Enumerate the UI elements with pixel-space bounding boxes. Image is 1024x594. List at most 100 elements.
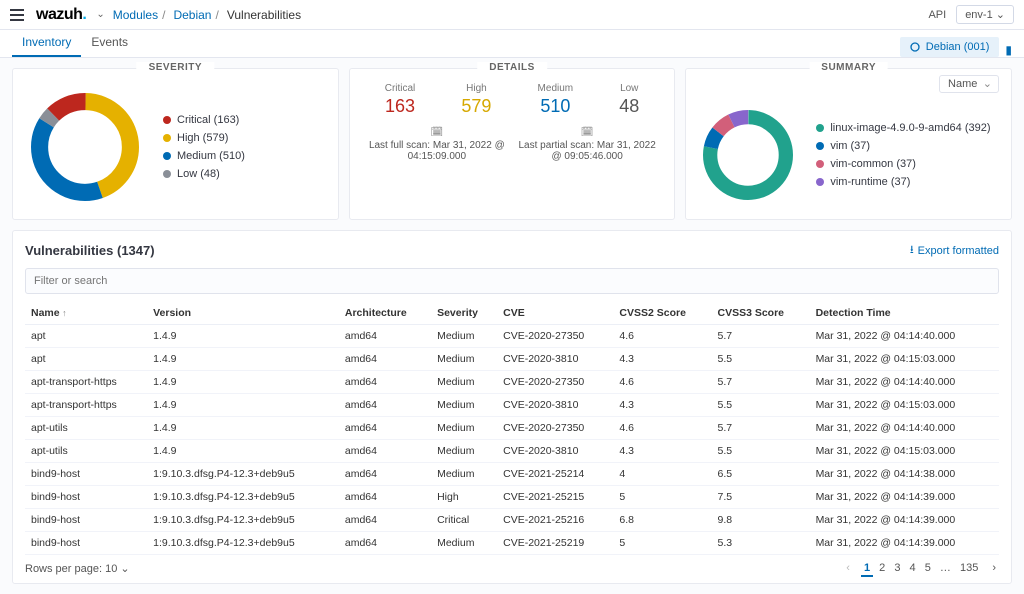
summary-donut (698, 105, 798, 205)
col-header[interactable]: Severity (431, 302, 497, 325)
pager-page[interactable]: … (937, 561, 954, 575)
cell: 4 (613, 463, 711, 486)
table-row[interactable]: apt-transport-https1.4.9amd64MediumCVE-2… (25, 371, 999, 394)
cell: 6.8 (613, 509, 711, 532)
debian-icon (910, 42, 920, 52)
cell: 1.4.9 (147, 440, 339, 463)
cell: 1.4.9 (147, 394, 339, 417)
cell: amd64 (339, 394, 431, 417)
cell: Mar 31, 2022 @ 04:14:39.000 (810, 486, 999, 509)
environment-selector[interactable]: env-1 ⌄ (956, 5, 1014, 24)
cell: 5 (613, 486, 711, 509)
legend-label: vim (37) (830, 140, 870, 152)
cell: CVE-2021-25219 (497, 532, 613, 555)
legend-item[interactable]: Low (48) (163, 168, 245, 180)
rows-per-page[interactable]: Rows per page: 10 ⌄ (25, 562, 130, 575)
cell: Medium (431, 348, 497, 371)
cell: 5.5 (711, 348, 809, 371)
summary-field-selector[interactable]: Name (939, 75, 999, 93)
pager-page[interactable]: 135 (957, 561, 981, 575)
table-row[interactable]: bind9-host1:9.10.3.dfsg.P4-12.3+deb9u5am… (25, 486, 999, 509)
pager-page[interactable]: 2 (876, 561, 888, 575)
table-row[interactable]: apt-transport-https1.4.9amd64MediumCVE-2… (25, 394, 999, 417)
table-row[interactable]: apt1.4.9amd64MediumCVE-2020-38104.35.5Ma… (25, 348, 999, 371)
col-header[interactable]: Version (147, 302, 339, 325)
cell: 1.4.9 (147, 348, 339, 371)
export-button[interactable]: ⭳Export formatted (910, 241, 999, 260)
legend-label: vim-common (37) (830, 158, 916, 170)
legend-item[interactable]: vim (37) (816, 140, 990, 152)
cell: Mar 31, 2022 @ 04:14:40.000 (810, 417, 999, 440)
detail-value: 48 (619, 96, 639, 117)
pager-prev[interactable]: ‹ (843, 561, 853, 575)
tab-inventory[interactable]: Inventory (12, 29, 81, 57)
cell: 6.5 (711, 463, 809, 486)
cell: 4.3 (613, 348, 711, 371)
breadcrumb-modules[interactable]: Modules (113, 8, 158, 22)
tab-events[interactable]: Events (81, 29, 138, 57)
detail-label: High (461, 83, 491, 94)
legend-item[interactable]: vim-runtime (37) (816, 176, 990, 188)
table-row[interactable]: bind9-host1:9.10.3.dfsg.P4-12.3+deb9u5am… (25, 532, 999, 555)
breadcrumb-sep: / (162, 8, 165, 22)
cell: Medium (431, 532, 497, 555)
cell: apt (25, 325, 147, 348)
last-full-scan: Last full scan: Mar 31, 2022 @ 04:15:09.… (365, 140, 509, 162)
col-header[interactable]: Detection Time (810, 302, 999, 325)
cell: CVE-2020-27350 (497, 417, 613, 440)
breadcrumb-agent[interactable]: Debian (173, 8, 211, 22)
legend-item[interactable]: Medium (510) (163, 150, 245, 162)
col-header[interactable]: CVSS3 Score (711, 302, 809, 325)
col-header[interactable]: CVE (497, 302, 613, 325)
table-row[interactable]: bind9-host1:9.10.3.dfsg.P4-12.3+deb9u5am… (25, 463, 999, 486)
severity-card: SEVERITY Critical (163)High (579)Medium … (12, 68, 339, 220)
summary-card: SUMMARY Name linux-image-4.9.0-9-amd64 (… (685, 68, 1012, 220)
table-row[interactable]: apt-utils1.4.9amd64MediumCVE-2020-38104.… (25, 440, 999, 463)
col-header[interactable]: Name (25, 302, 147, 325)
detail-cell: Medium 510 (538, 83, 574, 117)
search-input[interactable] (25, 268, 999, 294)
calendar-icon: 🗓 (430, 127, 443, 138)
table-row[interactable]: bind9-host1:9.10.3.dfsg.P4-12.3+deb9u5am… (25, 509, 999, 532)
pager-page[interactable]: 4 (907, 561, 919, 575)
legend-item[interactable]: Critical (163) (163, 114, 245, 126)
menu-icon[interactable] (10, 9, 24, 21)
breadcrumb-current: Vulnerabilities (227, 8, 301, 22)
table-row[interactable]: apt-utils1.4.9amd64MediumCVE-2020-273504… (25, 417, 999, 440)
cell: 5.7 (711, 325, 809, 348)
cell: Mar 31, 2022 @ 04:15:03.000 (810, 440, 999, 463)
cell: Medium (431, 394, 497, 417)
legend-item[interactable]: linux-image-4.9.0-9-amd64 (392) (816, 122, 990, 134)
cell: amd64 (339, 509, 431, 532)
legend-label: Critical (163) (177, 114, 239, 126)
detail-label: Medium (538, 83, 574, 94)
pin-icon[interactable]: ▮ (1005, 43, 1012, 57)
pager-next[interactable]: › (989, 561, 999, 575)
panel-title: Vulnerabilities (1347) (25, 243, 155, 258)
detail-value: 163 (385, 96, 416, 117)
cell: apt-utils (25, 440, 147, 463)
legend-dot-icon (816, 124, 824, 132)
severity-donut (25, 87, 145, 207)
detail-value: 510 (538, 96, 574, 117)
chevron-down-icon[interactable]: ⌄ (96, 9, 104, 20)
cell: bind9-host (25, 509, 147, 532)
pager-page[interactable]: 1 (861, 561, 873, 577)
col-header[interactable]: CVSS2 Score (613, 302, 711, 325)
legend-item[interactable]: vim-common (37) (816, 158, 990, 170)
legend-item[interactable]: High (579) (163, 132, 245, 144)
logo: wazuh. (36, 6, 86, 24)
col-header[interactable]: Architecture (339, 302, 431, 325)
api-label: API (928, 9, 946, 21)
pager-page[interactable]: 5 (922, 561, 934, 575)
detail-cell: Low48 (619, 83, 639, 117)
cell: Mar 31, 2022 @ 04:14:39.000 (810, 532, 999, 555)
cell: Mar 31, 2022 @ 04:14:38.000 (810, 463, 999, 486)
legend-dot-icon (163, 152, 171, 160)
pager-page[interactable]: 3 (891, 561, 903, 575)
cell: High (431, 486, 497, 509)
cell: 1.4.9 (147, 371, 339, 394)
table-row[interactable]: apt1.4.9amd64MediumCVE-2020-273504.65.7M… (25, 325, 999, 348)
agent-badge[interactable]: Debian (001) (900, 37, 1000, 57)
cell: 5 (613, 532, 711, 555)
